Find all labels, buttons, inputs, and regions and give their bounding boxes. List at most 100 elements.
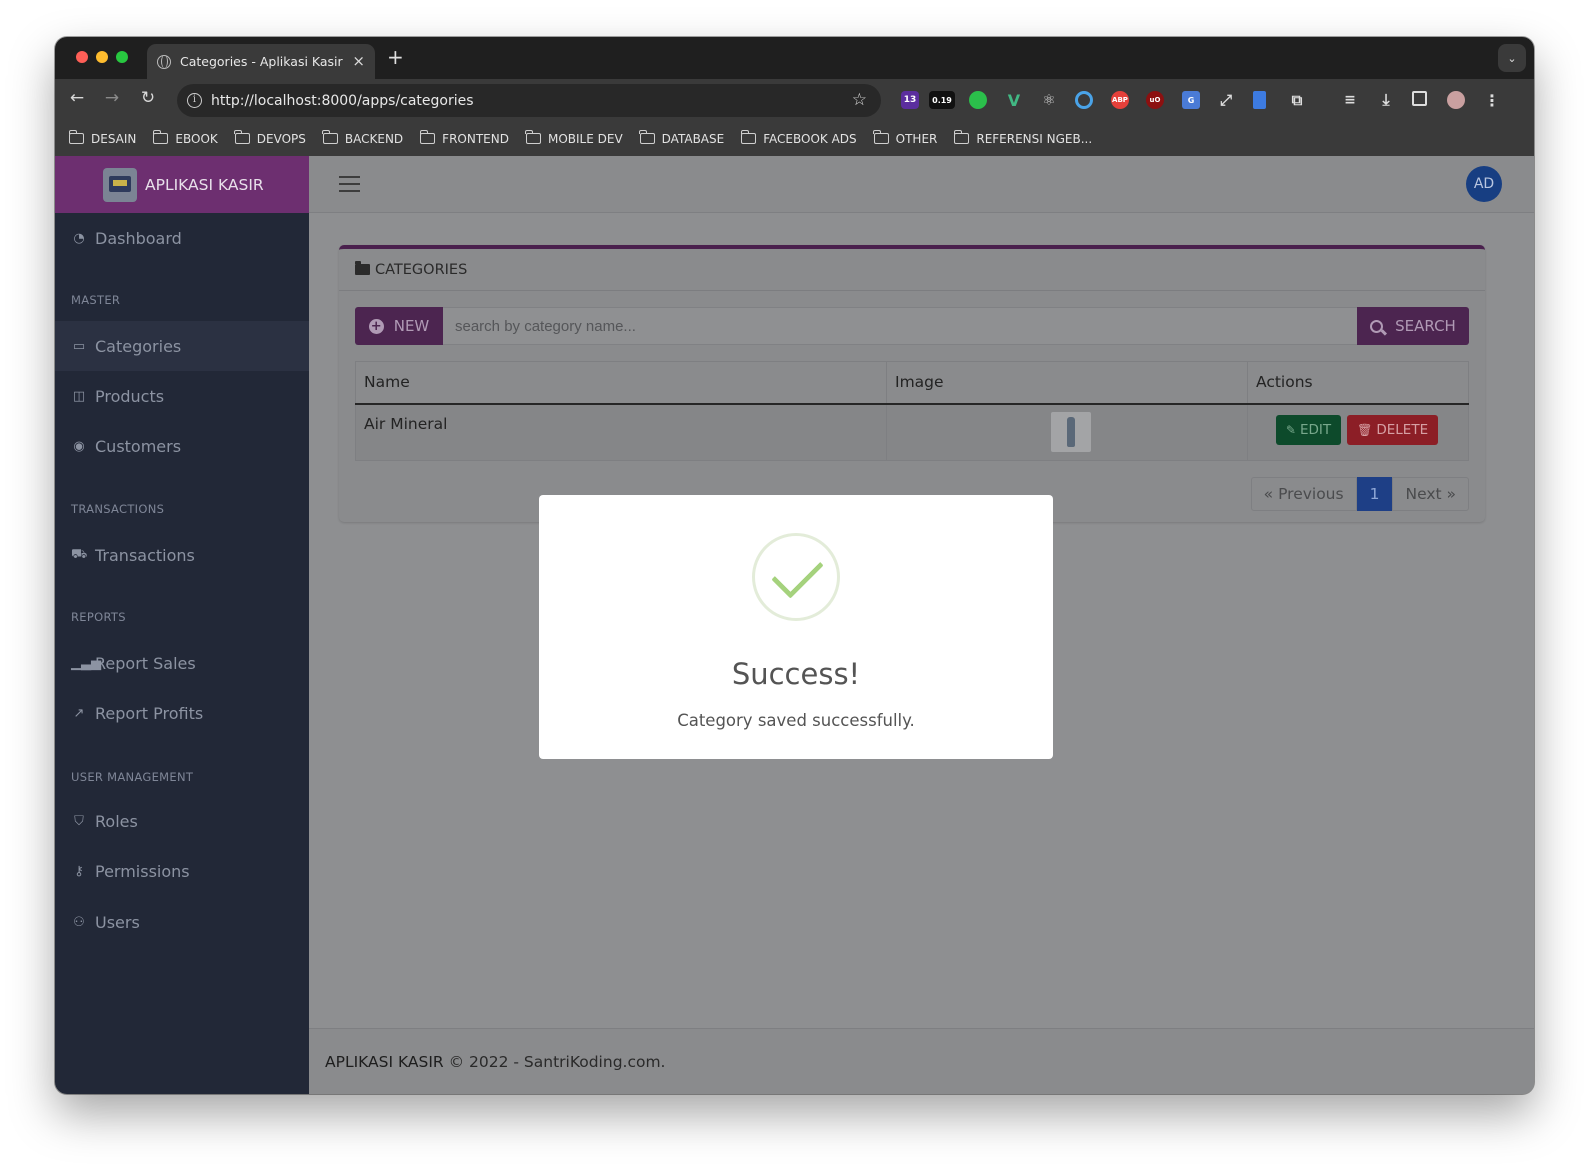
folder-icon [740, 130, 757, 144]
bookmark-folder[interactable]: DATABASE [639, 130, 724, 146]
sidebar-item-report-profits[interactable]: ↗ Report Profits [55, 688, 309, 738]
sidebar-item-dashboard[interactable]: ◔ Dashboard [55, 213, 309, 263]
success-dialog: Success! Category saved successfully. [539, 495, 1053, 759]
sidebar-item-label: Report Profits [95, 703, 204, 723]
sidebar-item-customers[interactable]: ◉ Customers [55, 421, 309, 471]
category-name-cell: Air Mineral [355, 403, 887, 461]
bookmark-folder[interactable]: BACKEND [322, 130, 404, 146]
search-input[interactable] [443, 307, 1357, 345]
column-header-actions: Actions [1247, 361, 1469, 405]
success-check-icon [752, 533, 840, 621]
side-panel-icon[interactable] [1412, 91, 1427, 106]
sidebar-item-categories[interactable]: ▭ Categories [55, 321, 309, 371]
bookmark-folder[interactable]: FRONTEND [419, 130, 509, 146]
bookmark-label: REFERENSI NGEB... [976, 131, 1093, 146]
tab-search-button[interactable]: ⌄ [1498, 44, 1526, 72]
back-icon[interactable]: ← [66, 88, 88, 108]
more-menu-icon[interactable]: ⋮ [1483, 91, 1501, 110]
bookmark-star-icon[interactable]: ☆ [852, 90, 867, 110]
extension-ring-icon[interactable] [1075, 91, 1093, 109]
folder-icon [322, 130, 338, 144]
sidebar-item-report-sales[interactable]: ▁▃▅ Report Sales [55, 638, 309, 688]
sidebar-item-label: Categories [95, 336, 182, 356]
column-header-name: Name [355, 361, 887, 405]
ublock-icon[interactable]: uO [1146, 91, 1164, 109]
close-window-button[interactable] [76, 51, 88, 63]
sidebar-item-permissions[interactable]: ⚷ Permissions [55, 846, 309, 896]
minimize-window-button[interactable] [96, 51, 108, 63]
extensions-puzzle-icon[interactable]: ⧉ [1288, 91, 1306, 109]
user-avatar[interactable]: AD [1466, 166, 1502, 202]
line-chart-icon: ↗ [73, 705, 85, 721]
edit-button[interactable]: ✎ EDIT [1275, 414, 1342, 445]
sidebar-brand[interactable]: APLIKASI KASIR [55, 156, 309, 213]
section-header-reports: REPORTS [71, 610, 126, 624]
translate-icon[interactable]: G [1182, 91, 1200, 109]
bar-chart-icon: ▁▃▅ [71, 655, 101, 671]
bookmark-label: OTHER [895, 131, 938, 146]
bookmark-folder[interactable]: EBOOK [152, 130, 218, 146]
extension-green-dot-icon[interactable] [969, 91, 987, 109]
users-icon: ⚇ [73, 914, 85, 930]
url-text: http://localhost:8000/apps/categories [211, 92, 474, 109]
maximize-window-button[interactable] [116, 51, 128, 63]
sidebar-item-transactions[interactable]: ⛟ Transactions [55, 530, 309, 580]
extension-timer-icon[interactable]: 0.19 [929, 91, 955, 109]
category-image-cell [886, 403, 1248, 461]
bookmark-folder[interactable]: MOBILE DEV [525, 130, 623, 146]
sidebar-item-label: Products [95, 386, 165, 406]
speedometer-icon: ◔ [73, 230, 85, 246]
next-page-button[interactable]: Next » [1392, 477, 1469, 511]
sidebar-item-roles[interactable]: ⛉ Roles [55, 796, 309, 846]
reload-icon[interactable]: ↻ [137, 88, 159, 108]
bookmark-folder[interactable]: FACEBOOK ADS [740, 130, 857, 146]
sidebar-item-users[interactable]: ⚇ Users [55, 897, 309, 947]
vue-devtools-icon[interactable]: V [1005, 91, 1023, 110]
site-info-icon[interactable]: i [187, 93, 202, 108]
shield-icon: ⛉ [74, 813, 84, 829]
bookmark-label: BACKEND [344, 131, 404, 146]
bookmark-folder[interactable]: DEVOPS [234, 130, 306, 146]
react-devtools-icon[interactable]: ⚛ [1040, 91, 1058, 109]
browser-toolbar: ← → ↻ i http://localhost:8000/apps/categ… [55, 79, 1534, 121]
search-button[interactable]: SEARCH [1357, 307, 1469, 345]
folder-icon: ▭ [72, 338, 86, 354]
sidebar-item-products[interactable]: ◫ Products [55, 371, 309, 421]
bookmark-folder[interactable]: DESAIN [68, 130, 136, 146]
new-tab-button[interactable]: + [387, 45, 404, 69]
reading-list-icon[interactable]: ≡ [1341, 91, 1359, 109]
address-bar[interactable]: i http://localhost:8000/apps/categories … [177, 84, 881, 117]
expand-icon[interactable]: ⤢ [1217, 91, 1235, 109]
forward-icon[interactable]: → [101, 88, 123, 108]
cart-icon: ⛟ [71, 546, 88, 562]
delete-button[interactable]: 🗑 DELETE [1347, 414, 1439, 445]
folder-icon [525, 130, 541, 144]
tab-title: Categories - Aplikasi Kasir [180, 54, 343, 69]
download-icon[interactable]: ⤓ [1377, 90, 1395, 109]
app-header: AD [309, 156, 1534, 213]
extension-doc-icon[interactable] [1253, 91, 1266, 109]
adblock-icon[interactable]: ABP [1111, 91, 1129, 109]
bookmark-label: MOBILE DEV [547, 131, 623, 146]
sidebar-item-label: Transactions [95, 545, 195, 565]
folder-icon [639, 130, 655, 144]
page-1-button[interactable]: 1 [1356, 477, 1393, 511]
tab-close-icon[interactable]: × [352, 52, 365, 70]
sidebar-item-label: Users [95, 912, 140, 932]
bookmark-folder[interactable]: REFERENSI NGEB... [953, 130, 1093, 146]
bookmark-folder[interactable]: OTHER [873, 130, 938, 146]
profile-avatar-icon[interactable] [1447, 91, 1465, 109]
table-row: Air Mineral ✎ EDIT 🗑 DELETE [355, 403, 1469, 461]
categories-card: CATEGORIES + NEW SEARCH Name Image [339, 245, 1485, 522]
plus-circle-icon: + [368, 318, 384, 334]
extension-purple-icon[interactable]: 13 [901, 91, 919, 109]
tab-strip: Categories - Aplikasi Kasir × + ⌄ [55, 37, 1534, 79]
sidebar-item-label: Report Sales [95, 653, 196, 673]
app-footer: APLIKASI KASIR © 2022 - SantriKoding.com… [309, 1028, 1534, 1094]
previous-page-button[interactable]: « Previous [1250, 477, 1357, 511]
hamburger-menu-icon[interactable] [339, 176, 360, 197]
card-title: CATEGORIES [375, 261, 468, 278]
sidebar-item-label: Dashboard [95, 228, 182, 248]
new-category-button[interactable]: + NEW [355, 307, 443, 345]
browser-tab[interactable]: Categories - Aplikasi Kasir × [147, 44, 375, 79]
